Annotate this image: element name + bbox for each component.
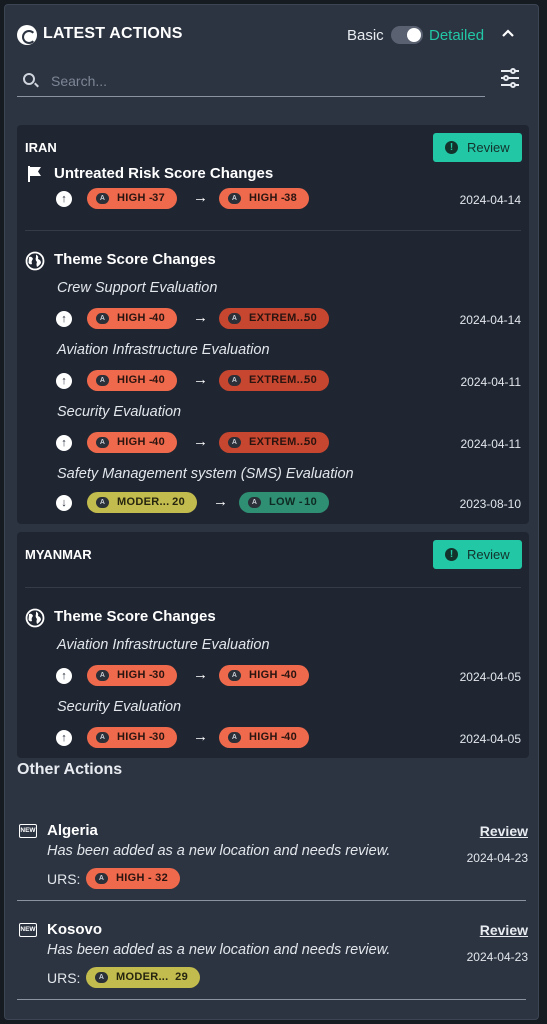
evaluation-name: Safety Management system (SMS) Evaluatio… [57,466,354,482]
location-name: Kosovo [47,921,103,938]
alert-icon: ! [445,141,458,154]
action-date: 2024-04-23 [466,950,528,964]
section-title: Theme Score Changes [54,608,216,625]
change-date: 2024-04-14 [459,193,521,207]
score-pill-to: A LOW -10 [239,492,329,513]
section-title: Untreated Risk Score Changes [54,165,274,182]
arrow-right-icon: → [193,309,208,326]
sliders-icon[interactable] [499,67,521,89]
arrow-right-icon: → [213,493,228,510]
new-badge-icon: NEW [19,923,37,937]
evaluation-name: Aviation Infrastructure Evaluation [57,342,270,358]
change-date: 2024-04-05 [459,732,521,746]
arrow-down-icon: ↓ [56,495,72,511]
arrow-up-icon: ↑ [56,435,72,451]
globe-icon [25,251,45,271]
change-date: 2024-04-11 [460,437,522,451]
score-pill-from: A MODER... 20 [87,492,197,513]
score-pill-to: A HIGH -40 [219,727,309,748]
urs-score-pill: A MODER... 29 [86,967,200,988]
toggle-knob [407,28,421,42]
mode-basic-label[interactable]: Basic [347,27,384,44]
latest-actions-panel: LATEST ACTIONS Basic Detailed IRAN ! Rev… [4,4,539,1020]
globe-icon [25,608,45,628]
location-name: Algeria [47,822,98,839]
review-button[interactable]: ! Review [433,133,522,162]
country-card-iran: IRAN ! Review Untreated Risk Score Chang… [17,125,529,524]
arrow-right-icon: → [193,189,208,206]
arrow-up-icon: ↑ [56,191,72,207]
new-badge-icon: NEW [19,824,37,838]
other-actions-title: Other Actions [17,761,123,778]
evaluation-name: Security Evaluation [57,699,182,715]
change-date: 2024-04-14 [459,313,521,327]
arrow-right-icon: → [193,666,208,683]
change-date: 2023-08-10 [459,497,521,511]
evaluation-name: Aviation Infrastructure Evaluation [57,637,270,653]
arrow-right-icon: → [193,728,208,745]
urs-score-pill: A HIGH -32 [86,868,180,889]
score-pill-from: A HIGH -40 [87,432,177,453]
evaluation-name: Security Evaluation [57,404,182,420]
arrow-up-icon: ↑ [56,730,72,746]
country-card-myanmar: MYANMAR ! Review Theme Score Changes Avi… [17,532,529,758]
review-button[interactable]: ! Review [433,540,522,569]
change-date: 2024-04-05 [459,670,521,684]
review-link[interactable]: Review [480,922,528,938]
change-date: 2024-04-11 [460,375,522,389]
score-pill-to: A HIGH -40 [219,665,309,686]
mode-detailed-label[interactable]: Detailed [429,27,484,44]
urs-label: URS: [47,970,81,986]
arrow-up-icon: ↑ [56,373,72,389]
score-pill-from: A HIGH -37 [87,188,177,209]
divider [17,900,526,901]
mode-toggle[interactable] [391,26,423,44]
location-description: Has been added as a new location and nee… [47,843,391,859]
divider [25,230,521,231]
country-name: IRAN [25,140,57,155]
review-link[interactable]: Review [480,823,528,839]
score-pill-from: A HIGH -30 [87,727,177,748]
section-title: Theme Score Changes [54,251,216,268]
brand-logo-icon [17,25,37,45]
urs-label: URS: [47,871,81,887]
search-icon [23,73,35,85]
score-pill-to: A HIGH -38 [219,188,309,209]
location-description: Has been added as a new location and nee… [47,942,391,958]
evaluation-name: Crew Support Evaluation [57,280,218,296]
divider [17,999,526,1000]
alert-icon: ! [445,548,458,561]
arrow-right-icon: → [193,371,208,388]
panel-header: LATEST ACTIONS Basic Detailed [5,5,538,65]
arrow-up-icon: ↑ [56,311,72,327]
score-pill-from: A HIGH -40 [87,370,177,391]
score-pill-to: A EXTREM... 50 [219,308,329,329]
flag-icon [28,166,41,182]
panel-title: LATEST ACTIONS [43,25,183,42]
score-pill-to: A EXTREM... 50 [219,370,329,391]
score-pill-from: A HIGH -30 [87,665,177,686]
arrow-right-icon: → [193,433,208,450]
arrow-up-icon: ↑ [56,668,72,684]
action-date: 2024-04-23 [466,851,528,865]
divider [25,587,521,588]
country-name: MYANMAR [25,547,92,562]
search-input[interactable] [51,69,471,93]
search-bar [17,65,485,97]
score-pill-to: A EXTREM... 50 [219,432,329,453]
score-pill-from: A HIGH -40 [87,308,177,329]
chevron-up-icon[interactable] [499,25,517,43]
